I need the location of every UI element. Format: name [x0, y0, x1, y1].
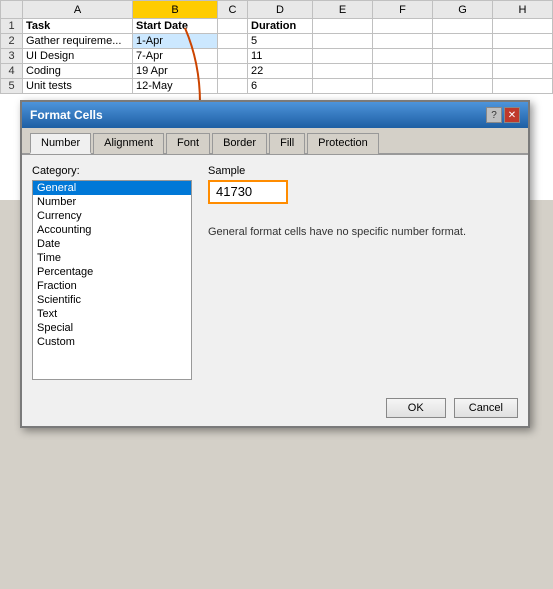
category-item-fraction[interactable]: Fraction: [33, 279, 191, 293]
cell-e3[interactable]: [313, 49, 373, 64]
category-item-scientific[interactable]: Scientific: [33, 293, 191, 307]
cell-c5[interactable]: [218, 79, 248, 94]
cell-a4[interactable]: Coding: [23, 64, 133, 79]
row-3-header: 3: [1, 49, 23, 64]
cancel-button[interactable]: Cancel: [454, 398, 518, 418]
dialog-help-button[interactable]: ?: [486, 107, 502, 123]
category-item-text[interactable]: Text: [33, 307, 191, 321]
cell-g2[interactable]: [433, 34, 493, 49]
category-list[interactable]: General Number Currency Accounting Date …: [32, 180, 192, 380]
cell-d5[interactable]: 6: [248, 79, 313, 94]
tab-protection[interactable]: Protection: [307, 133, 379, 154]
cell-e5[interactable]: [313, 79, 373, 94]
right-panel: Sample 41730 General format cells have n…: [208, 165, 518, 380]
dialog-controls: ? ✕: [486, 107, 520, 123]
cell-c4[interactable]: [218, 64, 248, 79]
col-header-g[interactable]: G: [433, 1, 493, 19]
sample-box: 41730: [208, 180, 288, 204]
cell-g5[interactable]: [433, 79, 493, 94]
cell-d4[interactable]: 22: [248, 64, 313, 79]
cell-f5[interactable]: [373, 79, 433, 94]
sample-label: Sample: [208, 165, 518, 177]
row-5-header: 5: [1, 79, 23, 94]
cell-d3[interactable]: 11: [248, 49, 313, 64]
cell-d1[interactable]: Duration: [248, 19, 313, 34]
col-header-b[interactable]: B: [133, 1, 218, 19]
cell-b4[interactable]: 19 Apr: [133, 64, 218, 79]
tab-border[interactable]: Border: [212, 133, 267, 154]
category-section: Category: General Number Currency Accoun…: [32, 165, 192, 380]
category-item-percentage[interactable]: Percentage: [33, 265, 191, 279]
row-2-header: 2: [1, 34, 23, 49]
cell-c2[interactable]: [218, 34, 248, 49]
category-item-date[interactable]: Date: [33, 237, 191, 251]
col-header-h[interactable]: H: [493, 1, 553, 19]
category-item-accounting[interactable]: Accounting: [33, 223, 191, 237]
category-item-time[interactable]: Time: [33, 251, 191, 265]
cell-h3[interactable]: [493, 49, 553, 64]
cell-b2[interactable]: 1-Apr: [133, 34, 218, 49]
cell-g3[interactable]: [433, 49, 493, 64]
cell-h4[interactable]: [493, 64, 553, 79]
tabs-container: Number Alignment Font Border Fill Protec…: [22, 128, 528, 155]
cell-f3[interactable]: [373, 49, 433, 64]
tab-alignment[interactable]: Alignment: [93, 133, 164, 154]
cell-g1[interactable]: [433, 19, 493, 34]
cell-f4[interactable]: [373, 64, 433, 79]
category-item-currency[interactable]: Currency: [33, 209, 191, 223]
cell-e1[interactable]: [313, 19, 373, 34]
cell-h1[interactable]: [493, 19, 553, 34]
cell-d2[interactable]: 5: [248, 34, 313, 49]
dialog-body: Category: General Number Currency Accoun…: [32, 165, 518, 380]
cell-h2[interactable]: [493, 34, 553, 49]
format-description: General format cells have no specific nu…: [208, 226, 518, 238]
tab-font[interactable]: Font: [166, 133, 210, 154]
category-item-special[interactable]: Special: [33, 321, 191, 335]
cell-a3[interactable]: UI Design: [23, 49, 133, 64]
cell-b1[interactable]: Start Date: [133, 19, 218, 34]
dialog-footer: OK Cancel: [22, 390, 528, 426]
dialog-content: Category: General Number Currency Accoun…: [22, 155, 528, 390]
tab-number[interactable]: Number: [30, 133, 91, 154]
category-item-custom[interactable]: Custom: [33, 335, 191, 349]
cell-h5[interactable]: [493, 79, 553, 94]
dialog-close-button[interactable]: ✕: [504, 107, 520, 123]
tab-fill[interactable]: Fill: [269, 133, 305, 154]
cell-a2[interactable]: Gather requireme...: [23, 34, 133, 49]
cell-g4[interactable]: [433, 64, 493, 79]
cell-c1[interactable]: [218, 19, 248, 34]
category-label: Category:: [32, 165, 192, 177]
category-item-general[interactable]: General: [33, 181, 191, 195]
cell-b5[interactable]: 12-May: [133, 79, 218, 94]
col-header-c[interactable]: C: [218, 1, 248, 19]
cell-b3[interactable]: 7-Apr: [133, 49, 218, 64]
col-header-row: [1, 1, 23, 19]
cell-e4[interactable]: [313, 64, 373, 79]
ok-button[interactable]: OK: [386, 398, 446, 418]
col-header-f[interactable]: F: [373, 1, 433, 19]
cell-f2[interactable]: [373, 34, 433, 49]
cell-e2[interactable]: [313, 34, 373, 49]
category-item-number[interactable]: Number: [33, 195, 191, 209]
dialog-title: Format Cells: [30, 108, 103, 122]
row-1-header: 1: [1, 19, 23, 34]
cell-f1[interactable]: [373, 19, 433, 34]
cell-a1[interactable]: Task: [23, 19, 133, 34]
cell-c3[interactable]: [218, 49, 248, 64]
dialog-titlebar: Format Cells ? ✕: [22, 102, 528, 128]
col-header-a[interactable]: A: [23, 1, 133, 19]
col-header-e[interactable]: E: [313, 1, 373, 19]
format-cells-dialog: Format Cells ? ✕ Number Alignment Font B…: [20, 100, 530, 428]
row-4-header: 4: [1, 64, 23, 79]
cell-a5[interactable]: Unit tests: [23, 79, 133, 94]
col-header-d[interactable]: D: [248, 1, 313, 19]
